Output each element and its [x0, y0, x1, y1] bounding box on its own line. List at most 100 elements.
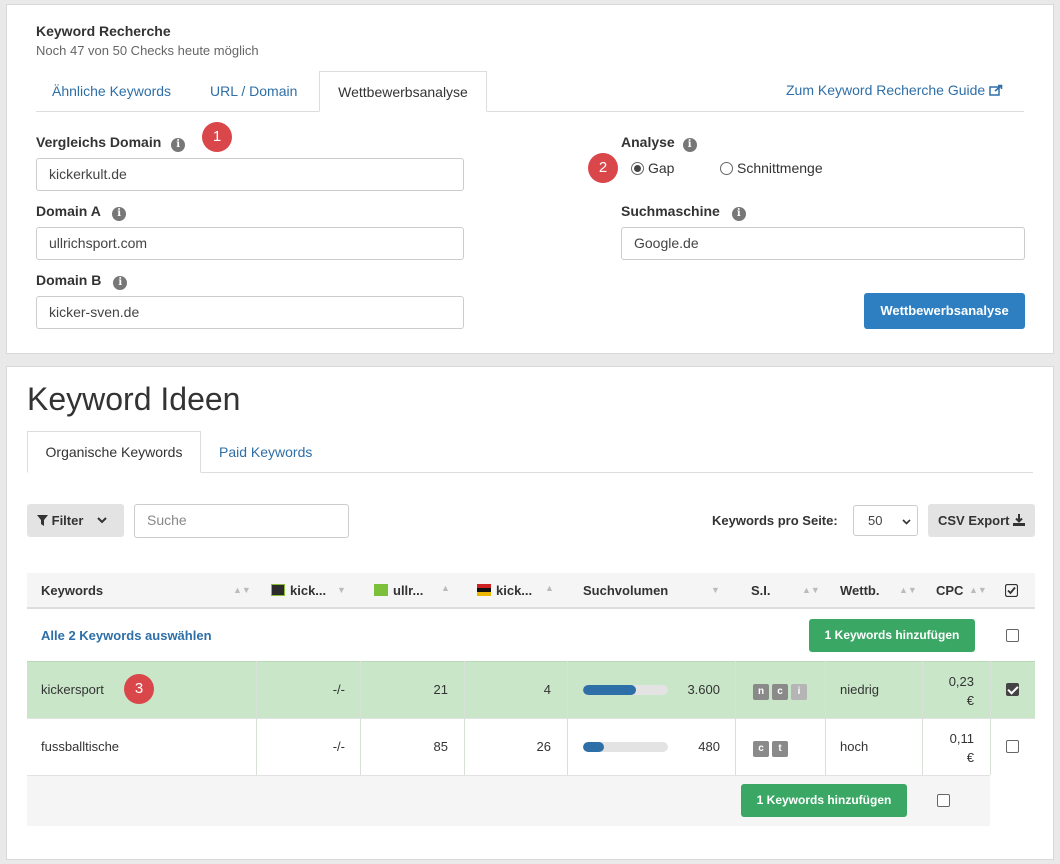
run-competition-analysis-button[interactable]: Wettbewerbsanalyse	[864, 293, 1025, 329]
external-share-icon	[989, 82, 1003, 98]
analysis-label-wrap: Analyse i	[621, 134, 697, 152]
domain-a-label: Domain A	[36, 203, 101, 219]
select-all-checkbox-bottom[interactable]	[937, 794, 950, 807]
si-badge: c	[772, 684, 788, 700]
ullrichsport-favicon-icon	[374, 584, 388, 596]
info-icon[interactable]: i	[731, 207, 746, 221]
row-checkbox[interactable]	[1006, 683, 1019, 696]
tab-similar-keywords[interactable]: Ähnliche Keywords	[52, 83, 171, 99]
tab-url-domain[interactable]: URL / Domain	[210, 83, 297, 99]
col-competition[interactable]: Wettb.	[840, 583, 879, 598]
col-search-volume[interactable]: Suchvolumen	[583, 583, 668, 598]
radio-intersection-circle[interactable]	[720, 162, 733, 175]
radio-gap[interactable]: Gap	[631, 160, 674, 176]
column-divider	[735, 661, 736, 775]
sort-desc-icon[interactable]: ▼	[711, 585, 720, 595]
panel-title: Keyword Recherche	[36, 23, 171, 39]
csv-export-label: CSV Export	[938, 513, 1010, 528]
per-page-select[interactable]: 50	[853, 505, 918, 536]
filter-icon	[37, 513, 52, 528]
guide-link[interactable]: Zum Keyword Recherche Guide	[786, 82, 1003, 98]
select-all-checkbox[interactable]	[1006, 629, 1019, 642]
tabs-divider	[36, 111, 1024, 112]
csv-export-button[interactable]: CSV Export	[928, 504, 1035, 537]
compare-domain-label-wrap: Vergleichs Domain i	[36, 134, 186, 152]
sort-icon[interactable]: ▲▼	[802, 585, 820, 595]
info-icon[interactable]: i	[682, 138, 697, 152]
sort-icon[interactable]: ▲▼	[233, 585, 251, 595]
compare-domain-input[interactable]: kickerkult.de	[36, 158, 464, 191]
domain-a-input[interactable]: ullrichsport.com	[36, 227, 464, 260]
column-divider	[464, 661, 465, 775]
chevron-down-icon	[902, 506, 911, 535]
search-volume-fill	[583, 685, 636, 695]
row-checkbox[interactable]	[1006, 740, 1019, 753]
row-rank-domain-b: 4	[543, 682, 551, 697]
info-icon[interactable]: i	[113, 276, 128, 290]
sort-icon[interactable]: ▲▼	[969, 585, 987, 595]
row-keyword: fussballtische	[41, 739, 120, 754]
col-domain-compare[interactable]: kick...	[271, 583, 326, 598]
col-domain-b-label: kick...	[496, 583, 533, 598]
search-engine-select[interactable]: Google.de	[621, 227, 1025, 260]
col-keywords[interactable]: Keywords	[41, 583, 103, 598]
info-icon[interactable]: i	[171, 138, 186, 152]
row-rank-compare: -/-	[332, 682, 345, 697]
column-divider	[922, 661, 923, 775]
row-cpc: 0,11 €	[932, 729, 974, 767]
checks-remaining-text: Noch 47 von 50 Checks heute möglich	[36, 43, 259, 58]
sort-asc-icon[interactable]: ▲	[545, 583, 554, 593]
sort-desc-icon[interactable]: ▼	[337, 585, 346, 595]
tab-competition-analysis[interactable]: Wettbewerbsanalyse	[319, 71, 487, 112]
si-badge: i	[791, 684, 807, 700]
tab-organic-keywords[interactable]: Organische Keywords	[27, 431, 201, 473]
add-keywords-button-top[interactable]: 1 Keywords hinzufügen	[809, 619, 975, 652]
search-engine-label-wrap: Suchmaschine i	[621, 203, 746, 221]
search-volume-fill	[583, 742, 605, 752]
col-domain-a[interactable]: ullr...	[374, 583, 423, 598]
domain-b-label: Domain B	[36, 272, 102, 288]
radio-intersection[interactable]: Schnittmenge	[720, 160, 823, 176]
tab-paid-keywords[interactable]: Paid Keywords	[219, 444, 312, 460]
col-domain-compare-label: kick...	[290, 583, 327, 598]
row-search-volume: 480	[698, 739, 720, 754]
radio-gap-label: Gap	[648, 160, 675, 176]
row-rank-domain-a: 21	[433, 682, 448, 697]
marker-1: 1	[202, 122, 232, 152]
col-si[interactable]: S.I.	[751, 583, 771, 598]
col-domain-a-label: ullr...	[393, 583, 424, 598]
marker-3: 3	[124, 674, 154, 704]
add-keywords-button-bottom[interactable]: 1 Keywords hinzufügen	[741, 784, 907, 817]
row-competition: hoch	[840, 739, 869, 754]
row-keyword: kickersport	[41, 682, 104, 697]
col-domain-b[interactable]: kick...	[477, 583, 532, 598]
si-badge: n	[753, 684, 769, 700]
keyword-search-input[interactable]: Suche	[134, 504, 349, 538]
radio-gap-circle[interactable]	[631, 162, 644, 175]
row-search-volume: 3.600	[687, 682, 720, 697]
compare-domain-label: Vergleichs Domain	[36, 134, 162, 150]
sort-asc-icon[interactable]: ▲	[441, 583, 450, 593]
row-competition: niedrig	[840, 682, 880, 697]
col-si-label: S.I.	[751, 583, 771, 598]
col-search-volume-label: Suchvolumen	[583, 583, 669, 598]
info-icon[interactable]: i	[112, 207, 127, 221]
row-rank-compare: -/-	[332, 739, 345, 754]
search-volume-bar	[583, 742, 668, 752]
checked-square-icon[interactable]	[1004, 583, 1019, 602]
row-rank-domain-b: 26	[536, 739, 551, 754]
domain-b-input[interactable]: kicker-sven.de	[36, 296, 464, 329]
keyword-ideas-panel: Keyword Ideen Organische Keywords Paid K…	[6, 366, 1054, 860]
column-divider	[256, 661, 257, 775]
si-badge: t	[772, 741, 788, 757]
kickersven-favicon-icon	[477, 584, 491, 596]
domain-a-label-wrap: Domain A i	[36, 203, 127, 221]
column-divider	[567, 661, 568, 775]
guide-link-label: Zum Keyword Recherche Guide	[786, 82, 986, 98]
select-all-keywords-link[interactable]: Alle 2 Keywords auswählen	[41, 628, 212, 643]
domain-b-label-wrap: Domain B i	[36, 272, 128, 290]
filter-button[interactable]: Filter	[27, 504, 124, 537]
sort-icon[interactable]: ▲▼	[899, 585, 917, 595]
col-cpc[interactable]: CPC	[936, 583, 963, 598]
keyword-research-panel: Keyword Recherche Noch 47 von 50 Checks …	[6, 4, 1054, 354]
